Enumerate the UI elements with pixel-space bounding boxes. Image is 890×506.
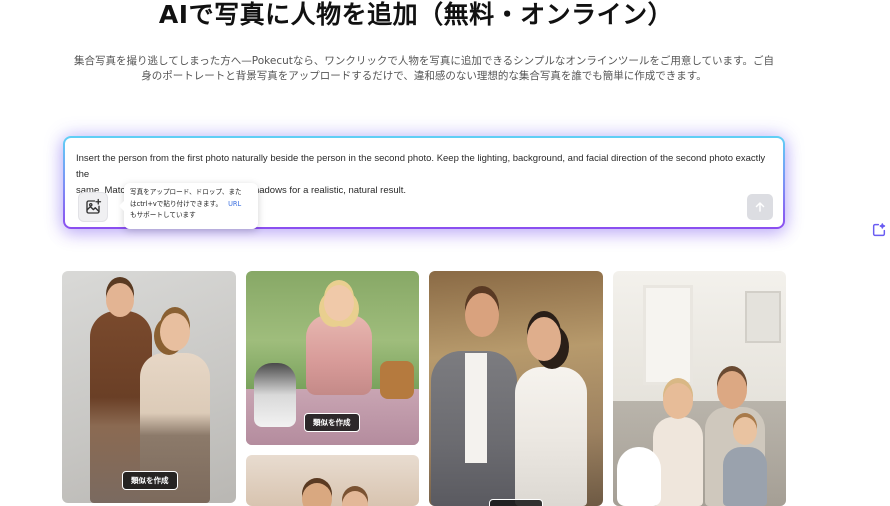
gallery-card[interactable]: 類似を作成 bbox=[246, 271, 419, 445]
intro-text: 集合写真を撮り逃してしまった方へ—Pokecutなら、ワンクリックで人物を写真に… bbox=[62, 54, 786, 84]
upload-image-button[interactable] bbox=[78, 192, 108, 222]
prompt-box[interactable]: Insert the person from the first photo n… bbox=[63, 136, 785, 229]
side-edit-button[interactable] bbox=[868, 219, 890, 241]
intro-line-2: 身のポートレートと背景写真をアップロードするだけで、違和感のない理想的な集合写真… bbox=[141, 70, 707, 82]
photo-family-sofa bbox=[613, 271, 786, 506]
send-button[interactable] bbox=[747, 194, 773, 220]
tooltip-url-link[interactable]: URL bbox=[228, 200, 241, 208]
photo-couple-formal bbox=[429, 271, 603, 506]
edit-square-icon bbox=[872, 223, 886, 237]
photo-portrait bbox=[246, 455, 419, 506]
gallery-card[interactable]: 類似を作成 bbox=[62, 271, 236, 503]
arrow-up-icon bbox=[755, 202, 765, 212]
make-similar-button[interactable]: 類似を作成 bbox=[122, 471, 178, 490]
tooltip-line-2: はctrl+vで貼り付けできます。 bbox=[130, 199, 223, 208]
gallery-card[interactable] bbox=[429, 271, 603, 506]
photo-couple-studio bbox=[62, 271, 236, 503]
page-title: AIで写真に人物を追加（無料・オンライン） bbox=[158, 0, 674, 29]
intro-line-1: 集合写真を撮り逃してしまった方へ—Pokecutなら、ワンクリックで人物を写真に… bbox=[74, 55, 774, 67]
tooltip-line-1: 写真をアップロード、ドロップ、また bbox=[130, 188, 242, 196]
gallery-card[interactable] bbox=[613, 271, 786, 506]
tooltip-line-3: もサポートしています bbox=[130, 211, 196, 219]
prompt-line-1: Insert the person from the first photo n… bbox=[76, 153, 766, 180]
upload-tooltip: 写真をアップロード、ドロップ、また はctrl+vで貼り付けできます。 URL も… bbox=[119, 183, 258, 229]
make-similar-button[interactable] bbox=[489, 499, 543, 506]
gallery-card[interactable] bbox=[246, 455, 419, 506]
make-similar-button[interactable]: 類似を作成 bbox=[304, 413, 360, 432]
image-plus-icon bbox=[86, 198, 102, 214]
